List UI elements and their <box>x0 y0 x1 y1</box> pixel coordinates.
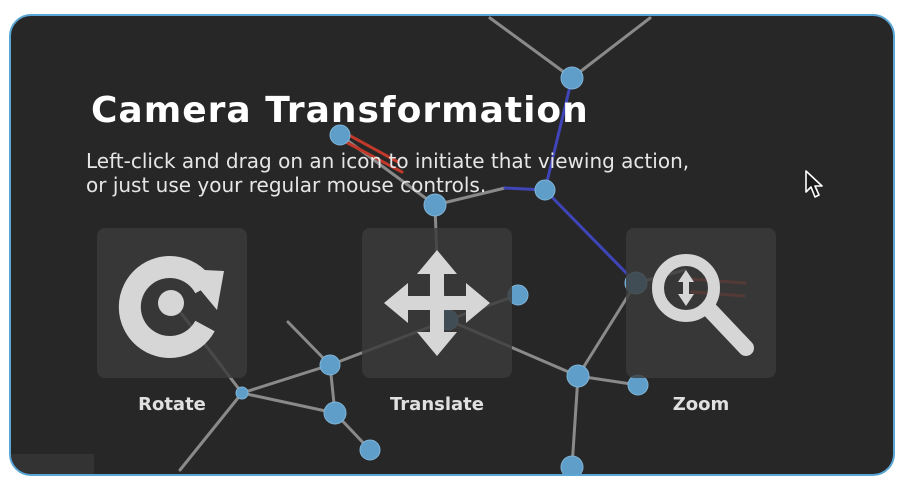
viewport-corner-tab <box>11 454 94 474</box>
zoom-button[interactable] <box>626 228 776 378</box>
rotate-button[interactable] <box>97 228 247 378</box>
magnifier-zoom-icon <box>652 254 754 356</box>
zoom-label: Zoom <box>672 394 730 415</box>
camera-transformation-overlay: Camera Transformation Left-click and dra… <box>9 14 895 476</box>
rotate-icon <box>118 256 224 358</box>
overlay-description: Left-click and drag on an icon to initia… <box>86 149 689 197</box>
description-line-2: or just use your regular mouse controls. <box>86 173 487 197</box>
translate-button[interactable] <box>362 228 512 378</box>
move-arrows-icon <box>384 250 490 356</box>
viewer-stage: Camera Transformation Left-click and dra… <box>0 0 898 479</box>
mouse-pointer-icon <box>805 170 823 198</box>
translate-label: Translate <box>390 394 484 415</box>
overlay-title: Camera Transformation <box>91 90 589 131</box>
description-line-1: Left-click and drag on an icon to initia… <box>86 149 690 173</box>
rotate-label: Rotate <box>138 394 206 415</box>
